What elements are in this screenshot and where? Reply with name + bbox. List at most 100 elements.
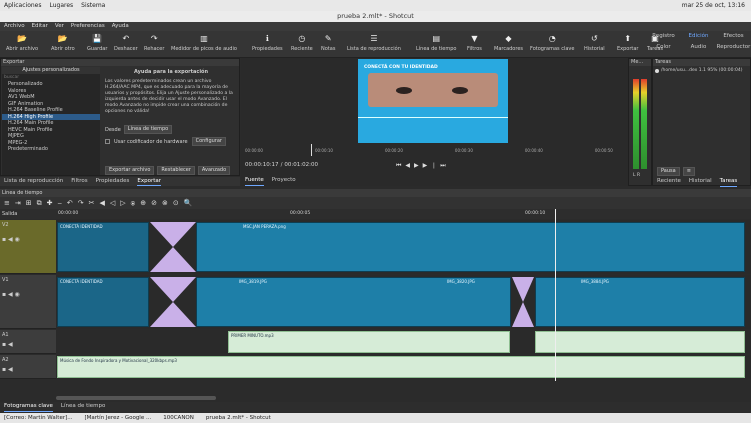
bottom-tab-1[interactable]: Línea de tiempo xyxy=(61,402,106,412)
configure-button[interactable]: Configurar xyxy=(191,137,226,146)
save-icon: 💾 xyxy=(92,33,103,43)
history-label: Historial xyxy=(584,46,605,52)
ruler-tick: 00:00:00 xyxy=(58,211,79,216)
export-button[interactable]: ⬆ Exportar xyxy=(617,33,639,53)
jobs-button[interactable]: ▣ Tareas xyxy=(647,33,663,53)
bottom-tab-0[interactable]: Fotogramas clave xyxy=(4,402,53,412)
track-name: V2 xyxy=(2,222,9,228)
folder-icon: 📂 xyxy=(17,33,27,43)
timeline-scrollbar[interactable] xyxy=(56,396,216,400)
clip-v1-title[interactable]: CONECTÁ IDENTIDAD xyxy=(57,277,149,327)
menu-editar[interactable]: Editar xyxy=(32,22,48,31)
meter-right xyxy=(641,79,647,169)
player-tab-0[interactable]: Fuente xyxy=(245,176,264,186)
places-menu[interactable]: Lugares xyxy=(49,2,73,9)
clip-v1-img2[interactable]: IMG_3884.JPG xyxy=(535,277,745,327)
recent-button[interactable]: ◷ Reciente xyxy=(291,33,313,53)
properties-button[interactable]: ℹ Propiedades xyxy=(252,33,283,53)
save-button[interactable]: 💾 Guardar xyxy=(87,33,107,53)
advanced-button[interactable]: Avanzado xyxy=(197,166,231,175)
redo-button[interactable]: ↷ Rehacer xyxy=(144,33,164,53)
track-name: A2 xyxy=(2,357,9,363)
clip-v2-title[interactable]: CONECTÁ IDENTIDAD xyxy=(57,222,149,272)
undo-button[interactable]: ↶ Deshacer xyxy=(114,33,138,53)
menu-ver[interactable]: Ver xyxy=(55,22,64,31)
job-item[interactable]: /home/usu...dex 1.1 95% (00:00:04) xyxy=(661,68,743,73)
playlist-label: Lista de reproducción xyxy=(347,46,401,52)
clip-v1-img1[interactable]: IMG_3819.JPG IMG_3820.JPG xyxy=(196,277,511,327)
menu-archivo[interactable]: Archivo xyxy=(4,22,25,31)
from-select[interactable]: Línea de tiempo xyxy=(123,125,173,134)
open-file-button[interactable]: 📂 Abrir archivo xyxy=(6,33,38,53)
open-other-button[interactable]: 📂 Abrir otro xyxy=(51,33,75,53)
playlist-button[interactable]: ☰ Lista de reproducción xyxy=(347,33,401,53)
menu-ayuda[interactable]: Ayuda xyxy=(112,22,129,31)
open-other-label: Abrir otro xyxy=(51,46,75,52)
preset-item[interactable]: Predeterminado xyxy=(2,146,100,153)
taskbar-item-0[interactable]: [Correo: Martín Walter]... xyxy=(4,415,72,421)
left-tab-2[interactable]: Propiedades xyxy=(96,177,130,186)
taskbar-item-1[interactable]: [Martín Jerez - Google ... xyxy=(84,415,151,421)
layout-efectos[interactable]: Efectos xyxy=(716,33,751,39)
player-tab-1[interactable]: Proyecto xyxy=(272,176,296,186)
clip-a1-b[interactable] xyxy=(535,331,745,353)
jobs-menu-button[interactable]: ≡ xyxy=(682,167,695,176)
transition-v1-a[interactable] xyxy=(150,277,196,327)
transport-controls[interactable]: ⏮◀▶▶❘⏭ xyxy=(396,162,450,170)
timeline-toolbar[interactable]: ≡⇥⊞⧉✚‒↶↷✂◀◁▷⦿⊕⊘⊗⊙🔍 xyxy=(0,197,751,209)
player-ruler[interactable]: 00:00:00 00:00:10 00:00:20 00:00:30 00:00:40… xyxy=(245,148,625,156)
ruler-tick: 00:00:00 xyxy=(245,148,263,153)
system-top-bar: Aplicaciones Lugares Sistema mar 25 de o… xyxy=(0,0,751,11)
left-tab-0[interactable]: Lista de reproducción xyxy=(4,177,63,186)
preview-caption: CONECTÁ CON TU IDENTIDAD xyxy=(364,65,438,70)
hw-encoder-checkbox[interactable] xyxy=(105,139,110,144)
peak-meter-label: Medidor de picos de audio xyxy=(171,46,237,52)
reset-button[interactable]: Restablecer xyxy=(157,166,195,175)
left-panel-tabs: Lista de reproducción Filtros Propiedades E… xyxy=(0,177,240,186)
system-menu[interactable]: Sistema xyxy=(81,2,105,9)
meter-left xyxy=(633,79,639,169)
export-icon: ⬆ xyxy=(624,33,632,43)
transition-v1-b[interactable] xyxy=(512,277,534,327)
preset-search-input[interactable]: buscar xyxy=(2,74,100,81)
timeline-playhead[interactable] xyxy=(555,209,556,381)
jobs-tab-1[interactable]: Historial xyxy=(689,177,712,187)
layout-edición[interactable]: Edición xyxy=(681,33,716,39)
jobs-tab-2[interactable]: Tareas xyxy=(719,177,738,187)
clip-label: Música de Fondo Inspiradora y Motivacion… xyxy=(60,358,177,363)
audio-meter-panel: Me... L R xyxy=(628,58,652,186)
pause-button[interactable]: Pausa xyxy=(657,167,680,176)
notes-button[interactable]: ✎ Notas xyxy=(321,33,335,53)
left-tab-1[interactable]: Filtros xyxy=(71,177,87,186)
timeline-ruler[interactable]: Salida 00:00:00 00:00:05 00:00:10 xyxy=(0,209,751,219)
layout-audio[interactable]: Audio xyxy=(681,44,716,50)
jobs-tab-0[interactable]: Reciente xyxy=(657,177,681,187)
current-timecode[interactable]: 00:00:10:17 xyxy=(245,162,279,168)
ruler-tick: 00:00:50 xyxy=(594,148,613,153)
transition-v2[interactable] xyxy=(150,222,196,272)
filters-button[interactable]: ▼ Filtros xyxy=(467,33,482,53)
keyframes-button[interactable]: ◔ Fotogramas clave xyxy=(530,33,574,53)
properties-label: Propiedades xyxy=(252,46,283,52)
menu-preferencias[interactable]: Preferencias xyxy=(71,22,105,31)
history-button[interactable]: ↺ Historial xyxy=(584,33,605,53)
export-file-button[interactable]: Exportar archivo xyxy=(105,166,155,175)
clip-a1[interactable]: PRIMER MINUTO.mp3 xyxy=(228,331,510,353)
markers-button[interactable]: ◆ Marcadores xyxy=(494,33,523,53)
track-header-a2: A2 ▪ ◀ xyxy=(0,355,56,379)
timeline-button[interactable]: ▤ Línea de tiempo xyxy=(416,33,456,53)
export-panel: Exportar Ajustes personalizados buscar P… xyxy=(0,58,240,176)
taskbar-item-3[interactable]: prueba 2.mlt* - Shotcut xyxy=(206,415,271,421)
layout-reproductor[interactable]: Reproductor xyxy=(716,44,751,50)
taskbar-item-2[interactable]: 100CANON xyxy=(163,415,194,421)
clip-a2[interactable]: Música de Fondo Inspiradora y Motivacion… xyxy=(57,356,745,378)
applications-menu[interactable]: Aplicaciones xyxy=(4,2,41,9)
clock[interactable]: mar 25 de oct, 13:16 xyxy=(682,2,751,9)
peak-meter-button[interactable]: ▥ Medidor de picos de audio xyxy=(171,33,237,53)
player-playhead[interactable] xyxy=(311,144,312,156)
left-tab-3[interactable]: Exportar xyxy=(137,177,162,186)
ruler-tick: 00:00:10 xyxy=(525,211,546,216)
clip-label: PRIMER MINUTO.mp3 xyxy=(231,333,274,338)
note-icon: ✎ xyxy=(324,33,332,43)
clip-v2-image[interactable]: MSC.JAN PERAZA.png xyxy=(196,222,745,272)
